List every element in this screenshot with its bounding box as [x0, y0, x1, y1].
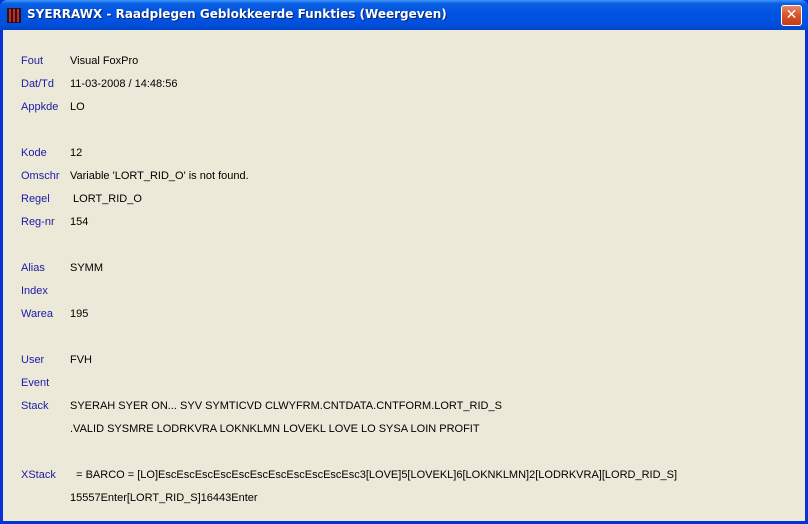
alias-value: SYMM	[70, 262, 103, 274]
alias-label: Alias	[21, 262, 45, 274]
dattd-label: Dat/Td	[21, 78, 55, 90]
xstack-value-continued: 15557Enter[LORT_RID_S]16443Enter	[70, 492, 258, 504]
stack-label: Stack	[21, 400, 49, 412]
appkde-value: LO	[70, 101, 85, 113]
xstack-label: XStack	[21, 469, 56, 481]
stack-value-continued: .VALID SYSMRE LODRKVRA LOKNKLMN LOVEKL L…	[70, 423, 480, 435]
omschr-value: Variable 'LORT_RID_O' is not found.	[70, 170, 249, 182]
error-window: SYERRAWX - Raadplegen Geblokkeerde Funkt…	[0, 0, 808, 524]
regel-value: LORT_RID_O	[70, 193, 142, 205]
event-label: Event	[21, 377, 50, 389]
warea-value: 195	[70, 308, 89, 320]
warea-label: Warea	[21, 308, 53, 320]
window-title: SYERRAWX - Raadplegen Geblokkeerde Funkt…	[27, 7, 447, 21]
appkde-label: Appkde	[21, 101, 59, 113]
regel-label: Regel	[21, 193, 50, 205]
dattd-value: 11-03-2008 / 14:48:56	[70, 78, 178, 90]
omschr-label: Omschr	[21, 170, 60, 182]
fout-value: Visual FoxPro	[70, 55, 139, 67]
fout-label: Fout	[21, 55, 44, 67]
regnr-value: 154	[70, 216, 89, 228]
user-label: User	[21, 354, 45, 366]
close-button[interactable]: ✕	[781, 5, 802, 26]
app-icon	[7, 8, 21, 23]
regnr-label: Reg-nr	[21, 216, 55, 228]
error-details-panel: Fout Visual FoxPro Dat/Td 11-03-2008 / 1…	[3, 30, 805, 521]
kode-label: Kode	[21, 147, 47, 159]
user-value: FVH	[70, 354, 92, 366]
kode-value: 12	[70, 147, 83, 159]
stack-value: SYERAH SYER ON... SYV SYMTICVD CLWYFRM.C…	[70, 400, 502, 412]
title-bar[interactable]: SYERRAWX - Raadplegen Geblokkeerde Funkt…	[0, 0, 808, 30]
xstack-value: = BARCO = [LO]EscEscEscEscEscEscEscEscEs…	[70, 469, 678, 481]
index-label: Index	[21, 285, 48, 297]
